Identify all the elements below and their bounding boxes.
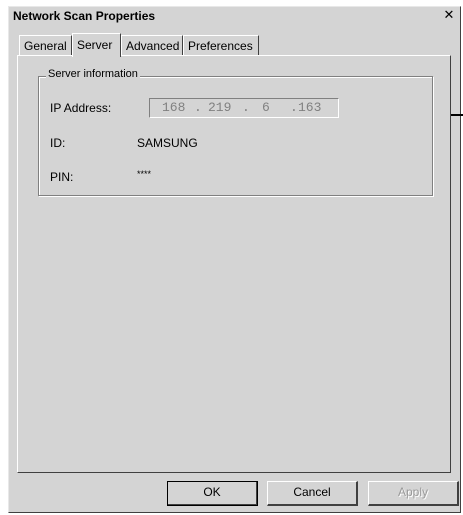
ip-octet-2: 219 [208,100,232,115]
tab-preferences[interactable]: Preferences [183,35,259,55]
ip-octet-1: 168 [162,100,186,115]
ip-dot-1: . [194,100,202,115]
ip-octet-3: 6 [262,100,270,115]
id-value: SAMSUNG [137,136,198,150]
ok-button[interactable]: OK [167,481,258,506]
group-title: Server information [46,68,140,80]
ip-address-field: 168 . 219 . 6 . 163 [149,98,339,118]
tab-server[interactable]: Server [72,33,121,57]
tab-general[interactable]: General [19,35,72,55]
ip-dot-2: . [242,100,250,115]
id-label: ID: [50,136,66,150]
server-tab-panel: Server information IP Address: 168 . 219… [17,55,451,473]
close-icon[interactable]: ✕ [442,7,456,23]
ip-address-label: IP Address: [50,101,112,115]
network-scan-properties-dialog: Network Scan Properties ✕ General Server… [8,6,461,513]
server-information-group: Server information IP Address: 168 . 219… [38,68,433,196]
apply-button[interactable]: Apply [368,481,459,506]
pin-value: **** [137,169,152,179]
tab-advanced[interactable]: Advanced [121,35,183,55]
window-title: Network Scan Properties [13,9,156,23]
title-bar[interactable]: Network Scan Properties ✕ [9,7,460,25]
ip-octet-4: 163 [298,100,322,115]
ip-dot-3: . [290,100,298,115]
pin-label: PIN: [50,170,74,184]
cancel-button[interactable]: Cancel [267,481,358,506]
